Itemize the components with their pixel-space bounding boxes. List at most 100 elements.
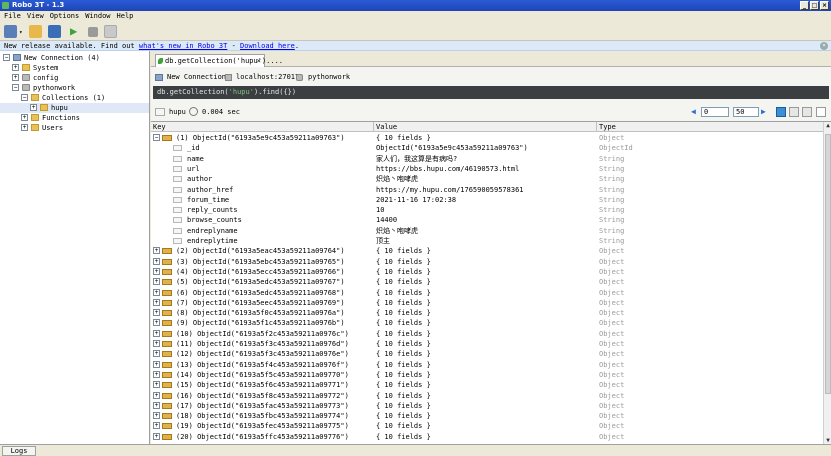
prev-page-icon[interactable]: ◀ — [691, 105, 696, 119]
document-row[interactable]: + (19) ObjectId("6193a5fec453a59211a09775… — [151, 421, 823, 431]
maximize-button[interactable]: □ — [810, 1, 819, 10]
field-row[interactable]: name 家人们，我这算是有病吗? String — [151, 154, 823, 164]
tree-node-functions[interactable]: + Functions — [0, 113, 149, 123]
expand-icon[interactable]: + — [153, 432, 160, 440]
close-window-button[interactable]: × — [820, 1, 829, 10]
connect-icon[interactable] — [4, 25, 17, 38]
expand-icon[interactable]: + — [153, 412, 160, 420]
tree-node-users[interactable]: + Users — [0, 123, 149, 133]
whats-new-link[interactable]: what's new in Robo 3T — [139, 42, 228, 50]
expand-icon[interactable]: + — [153, 329, 160, 337]
menu-view[interactable]: View — [27, 11, 44, 22]
collapse-icon[interactable]: − — [3, 54, 10, 61]
expand-icon[interactable]: + — [153, 309, 160, 317]
column-divider[interactable] — [373, 122, 374, 132]
tab-query[interactable]: db.getCollection('hupu').... × — [155, 54, 283, 67]
field-row[interactable]: _id ObjectId("6193a5e9c453a59211a09763") O… — [151, 143, 823, 153]
tree-node-pythonwork[interactable]: − pythonwork — [0, 83, 149, 93]
document-row[interactable]: + (9) ObjectId("6193a5f1c453a59211a0976b"… — [151, 318, 823, 328]
expand-icon[interactable]: + — [153, 350, 160, 358]
logs-button[interactable]: Logs — [2, 446, 36, 456]
field-row[interactable]: author_href https://my.hupu.com/176590059… — [151, 185, 823, 195]
text-view-icon[interactable] — [802, 107, 812, 117]
field-row[interactable]: forum_time 2021-11-16 17:02:38 String — [151, 195, 823, 205]
document-row[interactable]: + (2) ObjectId("6193a5eac453a59211a09764"… — [151, 246, 823, 256]
tree-node-collections[interactable]: − Collections (1) — [0, 93, 149, 103]
table-view-icon[interactable] — [789, 107, 799, 117]
menu-help[interactable]: Help — [117, 11, 134, 22]
document-row[interactable]: − (1) ObjectId("6193a5e9c453a59211a09763"… — [151, 133, 823, 143]
custom-view-icon[interactable] — [816, 107, 826, 117]
tree-node-connection[interactable]: − New Connection (4) — [0, 53, 149, 63]
expand-icon[interactable]: + — [153, 381, 160, 389]
expand-icon[interactable]: + — [153, 401, 160, 409]
column-divider[interactable] — [596, 122, 597, 132]
vertical-scrollbar[interactable]: ▲ ▼ — [823, 122, 831, 445]
document-row[interactable]: + (16) ObjectId("6193a5f8c453a59211a09772… — [151, 391, 823, 401]
collapse-icon[interactable]: − — [153, 134, 160, 141]
expand-icon[interactable]: + — [153, 247, 160, 255]
field-row[interactable]: reply_counts 10 String — [151, 205, 823, 215]
page-size-input[interactable]: 50 — [733, 107, 759, 117]
document-row[interactable]: + (10) ObjectId("6193a5f2c453a59211a0976c… — [151, 329, 823, 339]
field-row[interactable]: url https://bbs.hupu.com/46190573.html Str… — [151, 164, 823, 174]
document-row[interactable]: + (6) ObjectId("6193a5edc453a59211a09768"… — [151, 288, 823, 298]
expand-icon[interactable]: + — [153, 257, 160, 265]
document-row[interactable]: + (11) ObjectId("6193a5f3c453a59211a0976d… — [151, 339, 823, 349]
refresh-icon[interactable] — [104, 25, 117, 38]
document-row[interactable]: + (7) ObjectId("6193a5eec453a59211a09769"… — [151, 298, 823, 308]
document-row[interactable]: + (15) ObjectId("6193a5f6c453a59211a09771… — [151, 380, 823, 390]
collapse-icon[interactable]: − — [12, 84, 19, 91]
execute-icon[interactable]: ▶ — [70, 25, 83, 38]
header-type[interactable]: Type — [599, 122, 616, 132]
menu-options[interactable]: Options — [50, 11, 80, 22]
document-row[interactable]: + (17) ObjectId("6193a5fac453a59211a09773… — [151, 401, 823, 411]
open-folder-icon[interactable] — [29, 25, 42, 38]
tab-close-icon[interactable]: × — [257, 55, 261, 67]
expand-icon[interactable]: + — [153, 278, 160, 286]
scroll-up-icon[interactable]: ▲ — [824, 122, 831, 130]
save-icon[interactable] — [48, 25, 61, 38]
document-row[interactable]: + (8) ObjectId("6193a5f0c453a59211a0976a"… — [151, 308, 823, 318]
document-row[interactable]: + (14) ObjectId("6193a5f5c453a59211a09770… — [151, 370, 823, 380]
notice-close-icon[interactable]: × — [820, 42, 828, 50]
field-row[interactable]: author 炽焰丶咆哮虎 String — [151, 174, 823, 184]
field-row[interactable]: browse_counts 14400 String — [151, 215, 823, 225]
expand-icon[interactable]: + — [21, 114, 28, 121]
connect-dropdown-icon[interactable]: ▾ — [19, 29, 23, 36]
expand-icon[interactable]: + — [153, 319, 160, 327]
tree-view-icon[interactable] — [776, 107, 786, 117]
expand-icon[interactable]: + — [153, 391, 160, 399]
document-row[interactable]: + (3) ObjectId("6193a5ebc453a59211a09765"… — [151, 257, 823, 267]
menu-file[interactable]: File — [4, 11, 21, 22]
menu-window[interactable]: Window — [85, 11, 110, 22]
expand-icon[interactable]: + — [153, 370, 160, 378]
expand-icon[interactable]: + — [21, 124, 28, 131]
stop-icon[interactable] — [88, 27, 98, 37]
field-row[interactable]: endreplyname 炽焰丶咆哮虎 String — [151, 226, 823, 236]
expand-icon[interactable]: + — [153, 422, 160, 430]
expand-icon[interactable]: + — [153, 267, 160, 275]
expand-icon[interactable]: + — [12, 74, 19, 81]
expand-icon[interactable]: + — [12, 64, 19, 71]
expand-icon[interactable]: + — [153, 340, 160, 347]
page-start-input[interactable]: 0 — [701, 107, 729, 117]
document-row[interactable]: + (12) ObjectId("6193a5f3c453a59211a0976e… — [151, 349, 823, 359]
document-row[interactable]: + (13) ObjectId("6193a5f4c453a59211a0976f… — [151, 360, 823, 370]
query-editor[interactable]: db.getCollection('hupu').find({}) — [153, 86, 829, 99]
expand-icon[interactable]: + — [153, 288, 160, 296]
tree-node-system[interactable]: + System — [0, 63, 149, 73]
field-row[interactable]: endreplytime 顶主 String — [151, 236, 823, 246]
header-key[interactable]: Key — [153, 122, 166, 132]
expand-icon[interactable]: + — [153, 360, 160, 368]
expand-icon[interactable]: + — [153, 298, 160, 306]
download-link[interactable]: Download here — [240, 42, 295, 50]
document-row[interactable]: + (18) ObjectId("6193a5fbc453a59211a09774… — [151, 411, 823, 421]
expand-icon[interactable]: + — [30, 104, 37, 111]
header-value[interactable]: Value — [376, 122, 397, 132]
minimize-button[interactable]: _ — [800, 1, 809, 10]
collapse-icon[interactable]: − — [21, 94, 28, 101]
tree-node-config[interactable]: + config — [0, 73, 149, 83]
tree-node-hupu[interactable]: + hupu — [0, 103, 149, 113]
document-row[interactable]: + (5) ObjectId("6193a5edc453a59211a09767"… — [151, 277, 823, 287]
